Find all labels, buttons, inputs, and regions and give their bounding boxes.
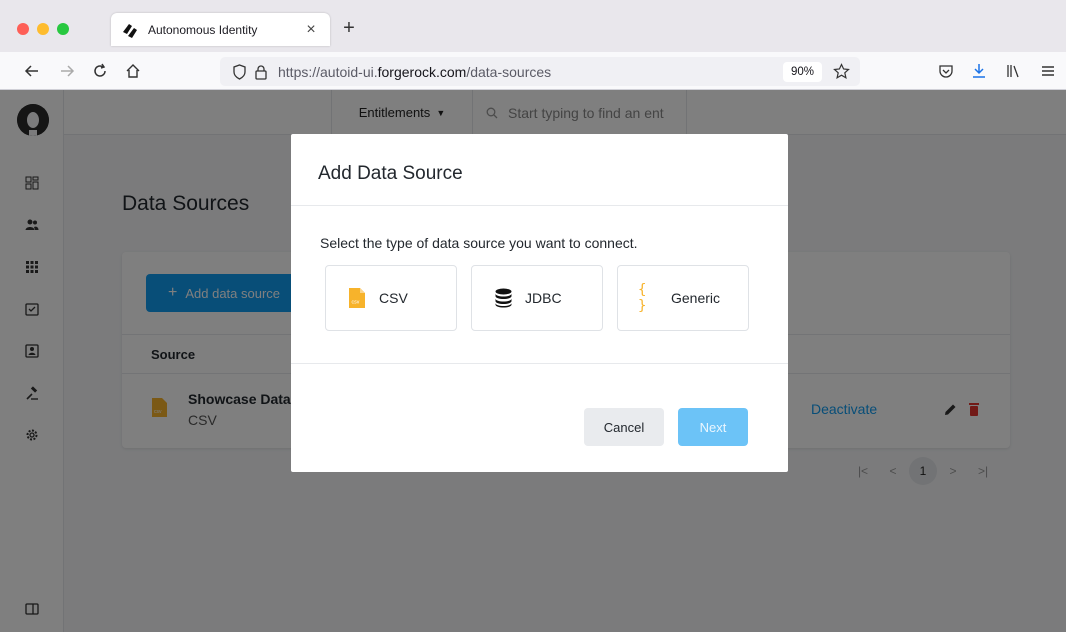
add-data-source-modal: Add Data Source Select the type of data …: [291, 134, 788, 472]
modal-header-divider: [291, 205, 788, 206]
generic-option-label: Generic: [671, 290, 721, 306]
forward-button[interactable]: [55, 59, 79, 83]
menu-button[interactable]: [1036, 59, 1060, 83]
database-icon: [492, 288, 514, 308]
csv-option[interactable]: csv CSV: [325, 265, 457, 331]
arrow-right-icon: [61, 65, 75, 77]
browser-navbar: https://autoid-ui.forgerock.com/data-sou…: [0, 52, 1066, 90]
next-button[interactable]: Next: [678, 408, 748, 446]
library-button[interactable]: [1001, 59, 1025, 83]
arrow-left-icon: [24, 65, 38, 77]
reload-button[interactable]: [88, 59, 112, 83]
url-host: forgerock.com: [377, 63, 467, 80]
address-bar[interactable]: https://autoid-ui.forgerock.com/data-sou…: [220, 57, 860, 86]
modal-title: Add Data Source: [318, 163, 463, 184]
pocket-button[interactable]: [934, 59, 958, 83]
download-icon: [973, 64, 985, 78]
pocket-icon: [939, 65, 953, 78]
svg-text:csv: csv: [352, 300, 360, 306]
zoom-window-button[interactable]: [57, 23, 69, 35]
csv-option-label: CSV: [379, 290, 408, 306]
tab-title: Autonomous Identity: [148, 22, 258, 37]
browser-tab[interactable]: Autonomous Identity ×: [111, 13, 330, 46]
jdbc-option-label: JDBC: [525, 290, 562, 306]
csv-file-icon: csv: [346, 288, 368, 308]
zoom-level-badge[interactable]: 90%: [782, 61, 822, 82]
browser-titlebar: Autonomous Identity × +: [0, 0, 1066, 52]
minimize-window-button[interactable]: [37, 23, 49, 35]
modal-footer-divider: [291, 363, 788, 364]
close-tab-icon[interactable]: ×: [302, 21, 320, 39]
generic-option[interactable]: { } Generic: [617, 265, 749, 331]
hamburger-menu-icon: [1042, 66, 1054, 76]
library-icon: [1007, 65, 1019, 78]
reload-icon: [94, 63, 106, 77]
lock-icon[interactable]: [252, 63, 270, 81]
downloads-button[interactable]: [967, 59, 991, 83]
home-button[interactable]: [121, 59, 145, 83]
bookmark-star-icon[interactable]: [830, 61, 852, 83]
jdbc-option[interactable]: JDBC: [471, 265, 603, 331]
forgerock-logo-icon: [123, 23, 137, 38]
new-tab-button[interactable]: +: [337, 16, 361, 40]
cancel-button[interactable]: Cancel: [584, 408, 664, 446]
url-path: /data-sources: [466, 63, 552, 80]
braces-icon: { }: [638, 282, 649, 314]
url-prefix: https://autoid-ui.: [278, 63, 378, 80]
url-text[interactable]: https://autoid-ui.forgerock.com/data-sou…: [278, 64, 783, 80]
shield-icon[interactable]: [230, 63, 248, 81]
back-button[interactable]: [20, 59, 44, 83]
modal-prompt: Select the type of data source you want …: [320, 235, 638, 251]
close-window-button[interactable]: [17, 23, 29, 35]
home-icon: [126, 64, 140, 78]
